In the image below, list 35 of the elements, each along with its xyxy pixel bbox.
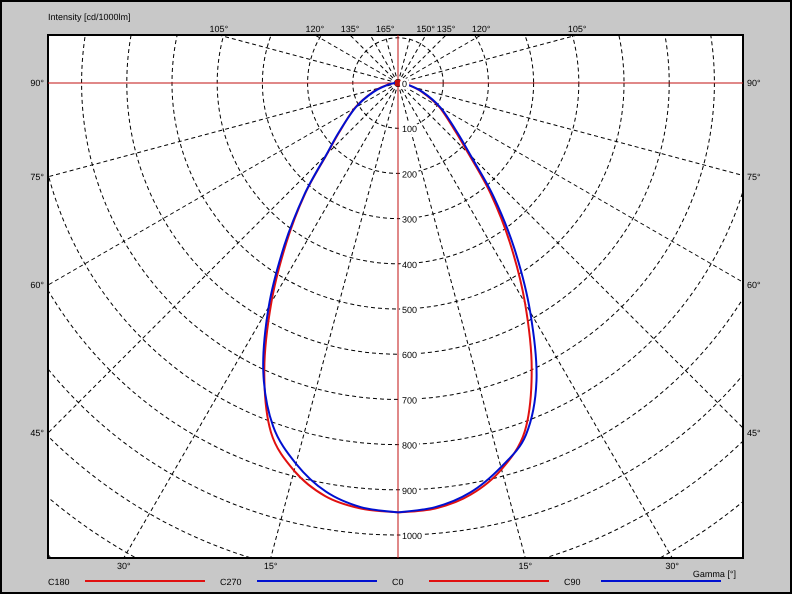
angle-label: 120° bbox=[472, 24, 490, 34]
intensity-tick-label: 100 bbox=[402, 124, 418, 134]
angle-label: 105° bbox=[568, 24, 586, 34]
angle-label: 135° bbox=[436, 24, 456, 34]
intensity-tick-label: 400 bbox=[402, 260, 418, 270]
intensity-tick-label: 600 bbox=[402, 350, 418, 360]
intensity-tick-label: 700 bbox=[402, 395, 418, 406]
angle-label: 75° bbox=[747, 172, 761, 182]
origin-marker bbox=[395, 80, 401, 86]
legend-label: C90 bbox=[564, 577, 581, 587]
intensity-tick-label: 500 bbox=[402, 305, 418, 315]
axis-title: Gamma [°] bbox=[692, 569, 736, 579]
angle-label: 75° bbox=[30, 172, 44, 182]
angle-label: 60° bbox=[747, 280, 761, 290]
angle-label: 60° bbox=[30, 280, 44, 290]
angle-label: 120° bbox=[306, 24, 324, 34]
intensity-tick-label: 900 bbox=[402, 486, 418, 496]
legend-label: C0 bbox=[392, 577, 404, 587]
legend-label: C270 bbox=[220, 577, 242, 587]
angle-label: 30° bbox=[665, 561, 680, 571]
angle-label: 105° bbox=[210, 24, 228, 34]
legend-label: C180 bbox=[48, 577, 70, 587]
angle-label: 15° bbox=[518, 561, 532, 571]
angle-label: 45° bbox=[747, 428, 761, 438]
axis-title: Intensity [cd/1000lm] bbox=[48, 12, 131, 22]
angle-label: 165° bbox=[376, 24, 394, 34]
angle-label: 90° bbox=[30, 78, 44, 88]
angle-label: 150° bbox=[416, 24, 436, 34]
angle-label: 45° bbox=[30, 428, 44, 438]
intensity-tick-label: 300 bbox=[402, 214, 418, 225]
angle-label: 15° bbox=[264, 561, 278, 571]
intensity-tick-label: 200 bbox=[402, 169, 418, 180]
angle-label: 30° bbox=[116, 561, 131, 571]
angle-label: 90° bbox=[747, 78, 761, 88]
angle-label: 135° bbox=[340, 24, 360, 34]
